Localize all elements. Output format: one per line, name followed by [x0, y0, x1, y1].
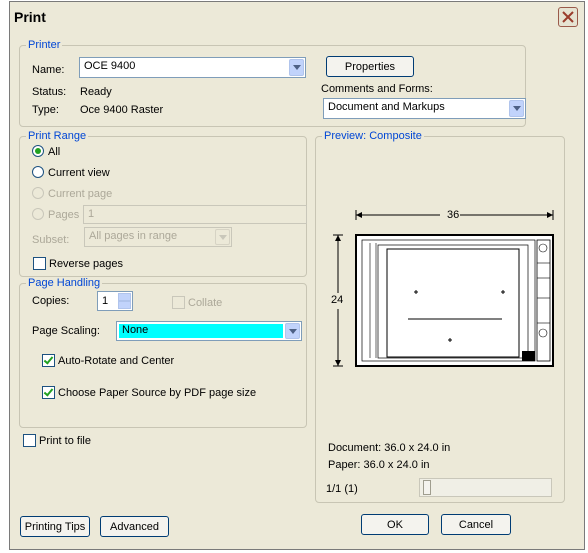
comments-forms-select[interactable]: Document and Markups: [323, 98, 526, 119]
page-scaling-value: None: [122, 324, 149, 336]
auto-rotate-label: Auto-Rotate and Center: [58, 355, 175, 367]
print-to-file-label: Print to file: [39, 435, 91, 447]
range-current-page-radio[interactable]: [32, 187, 44, 199]
properties-button[interactable]: Properties: [326, 56, 414, 77]
preview-width-dim: 36: [447, 209, 460, 221]
print-range-legend: Print Range: [28, 130, 87, 142]
paper-size: Paper: 36.0 x 24.0 in: [328, 459, 430, 471]
range-current-view-label: Current view: [48, 167, 110, 179]
copies-label: Copies:: [32, 295, 70, 307]
range-current-view-radio[interactable]: [32, 166, 44, 178]
pages-input[interactable]: 1: [83, 205, 307, 224]
collate-checkbox[interactable]: [172, 296, 185, 309]
properties-button-label: Properties: [344, 61, 396, 73]
page-handling-legend: Page Handling: [28, 277, 101, 289]
range-all-radio[interactable]: [32, 145, 44, 157]
comments-forms-value: Document and Markups: [328, 101, 445, 113]
comments-label: Comments and Forms:: [321, 83, 433, 95]
dialog-title: Print: [14, 9, 46, 25]
chevron-down-icon[interactable]: [215, 229, 230, 245]
type-label: Type:: [32, 104, 59, 116]
advanced-label: Advanced: [110, 521, 159, 533]
status-label: Status:: [32, 86, 67, 98]
cancel-label: Cancel: [458, 519, 494, 531]
print-to-file-checkbox[interactable]: [23, 434, 36, 447]
advanced-button[interactable]: Advanced: [100, 516, 169, 537]
close-button[interactable]: [558, 7, 578, 27]
range-current-page-label: Current page: [48, 188, 113, 200]
ok-button[interactable]: OK: [361, 514, 429, 535]
name-label: Name:: [32, 64, 65, 76]
subset-select[interactable]: All pages in range: [84, 227, 232, 247]
print-dialog: Print Printer Name: OCE 9400 Status: Rea…: [9, 1, 585, 550]
cancel-button[interactable]: Cancel: [441, 514, 511, 535]
auto-rotate-checkbox[interactable]: [42, 354, 55, 367]
stepper-up-icon[interactable]: [118, 293, 131, 301]
paper-source-label: Choose Paper Source by PDF page size: [58, 387, 257, 399]
preview-height-dim: 24: [331, 294, 344, 306]
reverse-pages-checkbox[interactable]: [33, 257, 46, 270]
collate-label: Collate: [188, 297, 223, 309]
chevron-down-icon[interactable]: [509, 100, 524, 117]
printing-tips-button[interactable]: Printing Tips: [20, 516, 90, 537]
printer-legend: Printer: [28, 39, 61, 51]
page-slider[interactable]: [419, 478, 552, 497]
printer-name-value: OCE 9400: [84, 60, 136, 72]
page-counter: 1/1 (1): [326, 483, 358, 495]
page-scaling-label: Page Scaling:: [32, 325, 100, 337]
stepper-down-icon[interactable]: [118, 301, 131, 309]
ok-label: OK: [387, 519, 403, 531]
range-all-label: All: [48, 146, 61, 158]
subset-value: All pages in range: [89, 230, 178, 242]
printer-name-select[interactable]: OCE 9400: [79, 57, 306, 78]
copies-stepper[interactable]: 1: [97, 291, 133, 311]
chevron-down-icon[interactable]: [289, 59, 304, 76]
copies-value: 1: [102, 295, 109, 307]
page-preview-image: [330, 207, 554, 367]
printing-tips-label: Printing Tips: [24, 521, 86, 533]
chevron-down-icon[interactable]: [285, 323, 300, 339]
status-value: Ready: [80, 86, 112, 98]
document-size: Document: 36.0 x 24.0 in: [328, 442, 451, 454]
paper-source-checkbox[interactable]: [42, 386, 55, 399]
range-pages-label: Pages: [48, 209, 80, 221]
pages-input-value: 1: [88, 208, 95, 220]
title-bar: Print: [10, 2, 584, 32]
close-icon: [562, 11, 574, 23]
reverse-pages-label: Reverse pages: [49, 258, 123, 270]
slider-thumb[interactable]: [423, 480, 431, 495]
subset-label: Subset:: [32, 234, 70, 246]
range-pages-radio[interactable]: [32, 208, 44, 220]
print-range-group: Print Range: [19, 130, 307, 277]
preview-legend: Preview: Composite: [324, 130, 422, 142]
type-value: Oce 9400 Raster: [80, 104, 164, 116]
page-scaling-select[interactable]: None: [116, 321, 302, 341]
